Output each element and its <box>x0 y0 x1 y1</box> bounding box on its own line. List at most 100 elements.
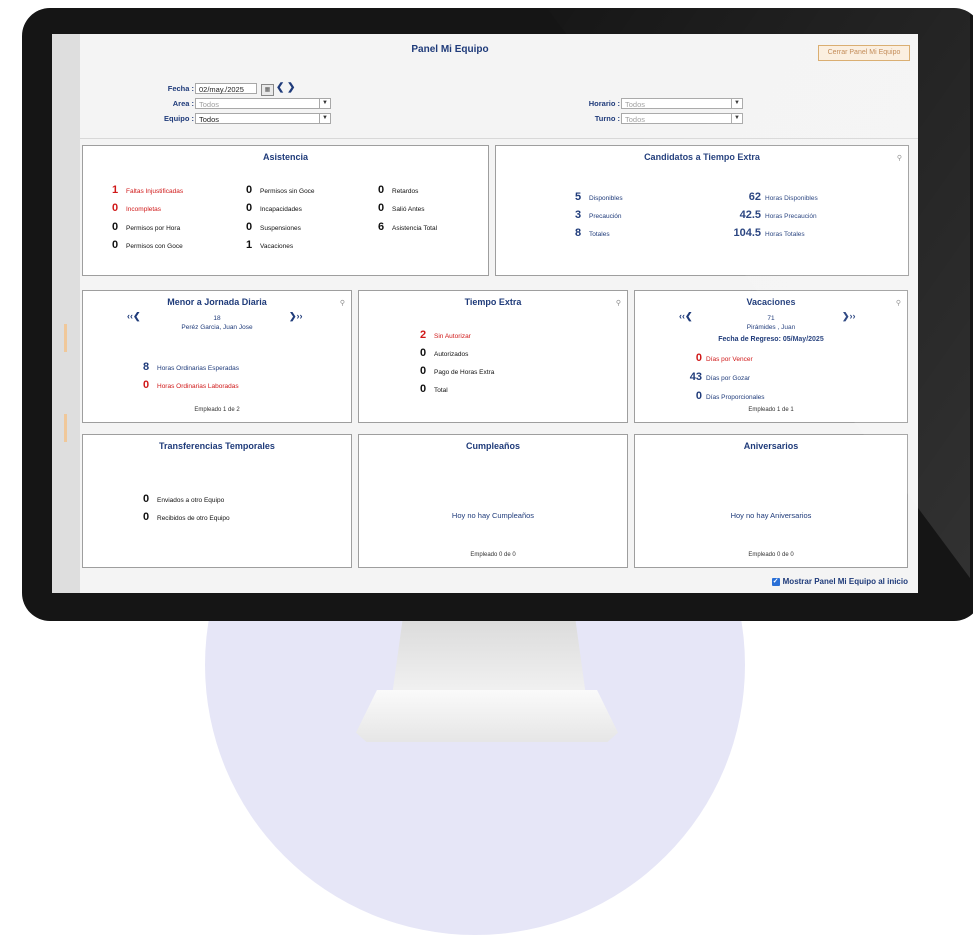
stat-precaucion: 3 Precaución <box>575 205 622 223</box>
stat-label: Disponibles <box>589 195 623 202</box>
aniversarios-title: Aniversarios <box>743 441 799 451</box>
stat-label: Sin Autorizar <box>434 333 471 340</box>
stat-label: Incapacidades <box>260 206 302 213</box>
candidatos-title: Candidatos a Tiempo Extra <box>644 152 760 162</box>
area-select[interactable]: Todos ▼ <box>195 98 331 109</box>
stat-value: 0 <box>246 221 253 233</box>
stat-autorizados: 0 Autorizados <box>420 343 468 361</box>
chevron-down-icon[interactable]: ▼ <box>319 114 330 123</box>
asistencia-title: Asistencia <box>262 152 309 162</box>
stat-label: Horas Disponibles <box>765 195 818 202</box>
search-icon[interactable]: ⚲ <box>896 299 901 307</box>
search-icon[interactable]: ⚲ <box>616 299 621 307</box>
stat-label: Permisos sin Goce <box>260 188 315 195</box>
monitor-screen: Panel Mi Equipo Cerrar Panel Mi Equipo F… <box>52 34 918 593</box>
stat-value: 0 <box>112 239 119 251</box>
employee-pager: Empleado 1 de 2 <box>194 407 240 413</box>
stat-label: Vacaciones <box>260 243 294 250</box>
search-icon[interactable]: ⚲ <box>340 299 345 307</box>
fecha-input[interactable]: 02/may./2025 <box>195 83 257 94</box>
show-on-start-label: Mostrar Panel Mi Equipo al inicio <box>782 577 908 586</box>
checkbox-checked-icon[interactable]: ✓ <box>771 577 780 586</box>
stat-value: 0 <box>695 352 702 364</box>
stat-value: 8 <box>575 227 582 239</box>
stat-dias-proporcionales: 0 Días Proporcionales <box>680 386 765 404</box>
stat-asistencia-total: 6 Asistencia Total <box>378 217 437 235</box>
vacaciones-title: Vacaciones <box>746 297 796 307</box>
area-select-value: Todos <box>199 100 220 109</box>
stat-value: 1 <box>112 184 119 196</box>
stat-recibidos: 0 Recibidos de otro Equipo <box>143 507 230 525</box>
tiempo-extra-panel: Tiempo Extra ⚲ 2 Sin Autorizar 0 Autorizad… <box>358 290 628 423</box>
stat-label: Horas Precaución <box>765 213 817 220</box>
tiempo-extra-title: Tiempo Extra <box>464 297 522 307</box>
menor-jornada-title: Menor a Jornada Diaria <box>167 297 267 307</box>
turno-label: Turno : <box>594 114 620 123</box>
stat-horas-esperadas: 8 Horas Ordinarias Esperadas <box>143 357 239 375</box>
calendar-icon[interactable]: ▦ <box>261 84 274 96</box>
turno-select[interactable]: Todos ▼ <box>621 113 743 124</box>
chevron-down-icon[interactable]: ▼ <box>319 99 330 108</box>
monitor-stand-base <box>356 690 618 742</box>
stat-salio-antes: 0 Salió Antes <box>378 198 425 216</box>
stat-label: Pago de Horas Extra <box>434 369 495 376</box>
panel-mi-equipo: Panel Mi Equipo Cerrar Panel Mi Equipo F… <box>80 34 918 593</box>
stat-label: Permisos con Goce <box>126 243 183 250</box>
stat-retardos: 0 Retardos <box>378 180 418 198</box>
show-on-start-option[interactable]: ✓ Mostrar Panel Mi Equipo al inicio <box>771 577 908 586</box>
cumpleanos-panel: Cumpleaños Hoy no hay Cumpleaños Emplead… <box>358 434 628 568</box>
stat-label: Totales <box>589 231 610 238</box>
asistencia-panel: Asistencia 1 Faltas Injustificadas 0 Incom… <box>82 145 489 276</box>
next-date-arrow-icon[interactable]: ❯ <box>287 82 295 93</box>
horario-select[interactable]: Todos ▼ <box>621 98 743 109</box>
scroll-marker <box>64 324 67 352</box>
stat-label: Autorizados <box>434 351 469 358</box>
stat-value: 5 <box>575 191 582 203</box>
chevron-down-icon[interactable]: ▼ <box>731 99 742 108</box>
stat-value: 0 <box>378 184 385 196</box>
employee-number: 18 <box>213 315 221 322</box>
stat-value: 0 <box>143 511 150 523</box>
stat-incapacidades: 0 Incapacidades <box>246 198 302 216</box>
horario-label: Horario : <box>588 99 620 108</box>
stat-totales: 8 Totales <box>575 223 610 241</box>
monitor-stand-neck <box>392 612 586 696</box>
equipo-label: Equipo : <box>164 114 194 123</box>
prev-date-arrow-icon[interactable]: ❮ <box>276 82 284 93</box>
stat-horas-precaucion: 42.5 Horas Precaución <box>724 205 817 223</box>
stat-label: Faltas Injustificadas <box>126 188 184 195</box>
stat-horas-laboradas: 0 Horas Ordinarias Laboradas <box>143 375 239 393</box>
stat-value: 0 <box>112 221 119 233</box>
employee-name: Pirámides , Juan <box>746 324 796 331</box>
stat-sin-autorizar: 2 Sin Autorizar <box>420 325 471 343</box>
stat-label: Precaución <box>589 213 622 220</box>
employee-pager: Empleado 1 de 1 <box>748 407 794 413</box>
stat-horas-totales: 104.5 Horas Totales <box>724 223 804 241</box>
equipo-select-value: Todos <box>199 115 220 124</box>
stat-label: Días por Gozar <box>706 375 751 382</box>
stat-label: Total <box>434 387 448 394</box>
stat-value: 0 <box>143 379 150 391</box>
aniversarios-message: Hoy no hay Aniversarios <box>730 511 812 520</box>
left-scrollbar[interactable] <box>52 34 81 593</box>
turno-select-value: Todos <box>625 115 646 124</box>
stat-value: 62 <box>748 191 761 203</box>
stat-pago-horas-extra: 0 Pago de Horas Extra <box>420 361 494 379</box>
stat-dias-por-gozar: 43 Días por Gozar <box>680 367 750 385</box>
fecha-label: Fecha : <box>167 84 194 93</box>
stat-label: Horas Ordinarias Esperadas <box>157 365 240 372</box>
stat-enviados: 0 Enviados a otro Equipo <box>143 489 224 507</box>
stat-label: Recibidos de otro Equipo <box>157 515 230 522</box>
stat-value: 0 <box>246 202 253 214</box>
stat-value: 0 <box>420 383 427 395</box>
close-panel-button[interactable]: Cerrar Panel Mi Equipo <box>818 45 910 61</box>
chevron-down-icon[interactable]: ▼ <box>731 114 742 123</box>
search-icon[interactable]: ⚲ <box>897 154 902 162</box>
stat-vacaciones: 1 Vacaciones <box>246 235 293 253</box>
stat-value: 42.5 <box>739 209 761 221</box>
stat-value: 3 <box>575 209 582 221</box>
area-label: Area : <box>172 99 194 108</box>
fecha-regreso: Fecha de Regreso: 05/May/2025 <box>718 336 824 343</box>
equipo-select[interactable]: Todos ▼ <box>195 113 331 124</box>
stat-horas-disponibles: 62 Horas Disponibles <box>724 187 818 205</box>
